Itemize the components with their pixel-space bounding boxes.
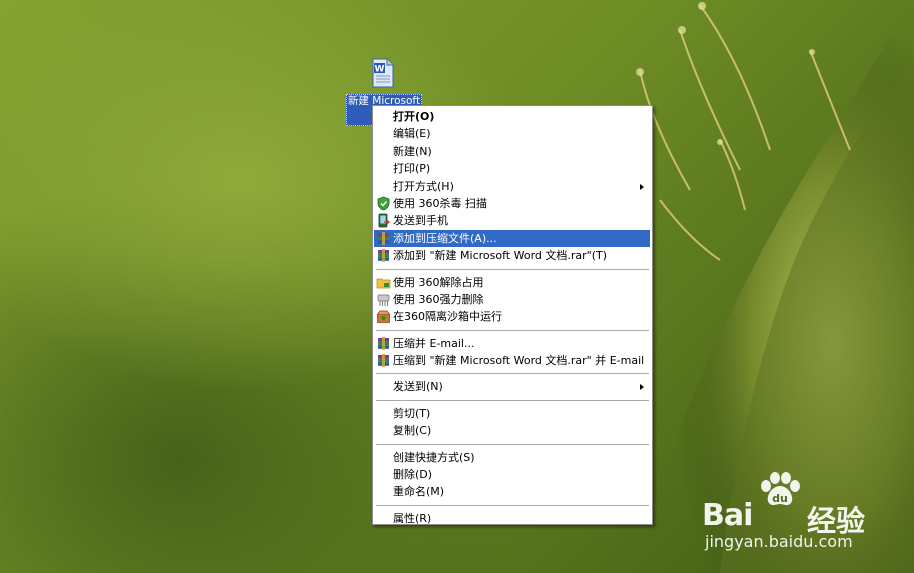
menu-separator <box>376 443 649 445</box>
menu-item-label: 删除(D) <box>393 468 433 482</box>
menu-item-1[interactable]: 编辑(E) <box>374 125 650 142</box>
menu-item-14[interactable]: 发送到(N) <box>374 378 650 395</box>
360-antivirus-shield-icon <box>376 196 391 211</box>
menu-item-label: 使用 360强力删除 <box>393 292 484 306</box>
menu-item-label: 打开(O) <box>393 110 435 123</box>
winrar-archive-icon <box>376 231 391 246</box>
menu-item-10[interactable]: 使用 360强力删除 <box>374 291 650 308</box>
menu-separator <box>376 268 649 270</box>
svg-text:du: du <box>772 492 788 505</box>
menu-item-label: 在360隔离沙箱中运行 <box>393 310 502 324</box>
menu-item-label: 使用 360杀毒 扫描 <box>393 196 487 210</box>
360-shredder-icon <box>376 292 391 307</box>
menu-item-label: 复制(C) <box>393 424 432 438</box>
menu-item-4[interactable]: 打开方式(H) <box>374 178 650 195</box>
menu-item-label: 编辑(E) <box>393 127 431 141</box>
menu-item-11[interactable]: 在360隔离沙箱中运行 <box>374 308 650 325</box>
menu-item-label: 剪切(T) <box>393 406 431 420</box>
menu-item-label: 属性(R) <box>393 511 432 525</box>
watermark-brand-left: Bai <box>702 498 753 533</box>
menu-item-3[interactable]: 打印(P) <box>374 160 650 177</box>
menu-item-5[interactable]: 使用 360杀毒 扫描 <box>374 195 650 212</box>
menu-separator <box>376 399 649 401</box>
360-sandbox-box-icon <box>376 309 391 324</box>
menu-item-label: 压缩并 E-mail... <box>393 336 475 350</box>
menu-item-label: 发送到手机 <box>393 214 448 228</box>
menu-item-15[interactable]: 剪切(T) <box>374 405 650 422</box>
360-unlock-folder-icon <box>376 275 391 290</box>
winrar-archive-icon <box>376 248 391 263</box>
menu-item-8[interactable]: 添加到 "新建 Microsoft Word 文档.rar"(T) <box>374 247 650 264</box>
menu-item-20[interactable]: 属性(R) <box>374 510 650 527</box>
menu-item-label: 添加到压缩文件(A)... <box>393 231 497 245</box>
menu-item-7[interactable]: 添加到压缩文件(A)... <box>374 229 650 248</box>
menu-item-label: 使用 360解除占用 <box>393 275 484 289</box>
menu-item-13[interactable]: 压缩到 "新建 Microsoft Word 文档.rar" 并 E-mail <box>374 352 650 369</box>
menu-separator <box>376 329 649 331</box>
submenu-arrow-icon <box>640 384 644 391</box>
baidu-jingyan-watermark: du Bai 经验 jingyan.baidu.com <box>700 470 900 560</box>
menu-item-label: 创建快捷方式(S) <box>393 450 475 464</box>
menu-separator <box>376 373 649 375</box>
menu-item-2[interactable]: 新建(N) <box>374 143 650 160</box>
menu-item-6[interactable]: 发送到手机 <box>374 212 650 229</box>
menu-item-label: 打开方式(H) <box>393 179 454 193</box>
menu-item-19[interactable]: 重命名(M) <box>374 483 650 500</box>
baidu-paw-logo-icon: du <box>761 472 800 506</box>
context-menu: 打开(O) 编辑(E) 新建(N) 打印(P) 打开方式(H) 使用 360杀毒 扫描 发送… <box>372 105 653 525</box>
menu-item-16[interactable]: 复制(C) <box>374 422 650 439</box>
menu-item-17[interactable]: 创建快捷方式(S) <box>374 449 650 466</box>
winrar-archive-icon <box>376 336 391 351</box>
menu-item-label: 发送到(N) <box>393 380 443 394</box>
menu-item-label: 新建(N) <box>393 144 432 158</box>
menu-item-12[interactable]: 压缩并 E-mail... <box>374 335 650 352</box>
word-document-icon: W <box>372 58 394 88</box>
send-to-phone-icon <box>376 213 391 228</box>
menu-item-9[interactable]: 使用 360解除占用 <box>374 274 650 291</box>
menu-item-label: 添加到 "新建 Microsoft Word 文档.rar"(T) <box>393 249 608 263</box>
menu-separator <box>376 504 649 506</box>
svg-text:W: W <box>375 65 385 75</box>
submenu-arrow-icon <box>640 183 644 190</box>
menu-item-label: 压缩到 "新建 Microsoft Word 文档.rar" 并 E-mail <box>393 354 645 368</box>
watermark-url: jingyan.baidu.com <box>705 532 853 551</box>
menu-item-label: 打印(P) <box>393 162 431 176</box>
winrar-archive-icon <box>376 353 391 368</box>
menu-item-0[interactable]: 打开(O) <box>374 108 650 125</box>
menu-item-18[interactable]: 删除(D) <box>374 466 650 483</box>
menu-item-label: 重命名(M) <box>393 485 445 499</box>
